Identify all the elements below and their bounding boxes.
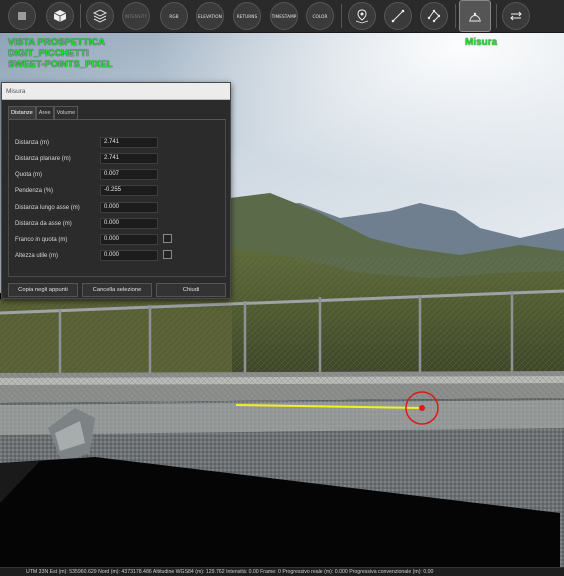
measure-point-marker bbox=[419, 405, 425, 411]
active-mode-title: Misura bbox=[465, 37, 498, 48]
perspective-button[interactable] bbox=[46, 2, 74, 30]
copy-to-clipboard-button[interactable]: Copia negli appunti bbox=[8, 283, 78, 297]
row-distanza-da-asse: Distanza da asse (m) 0.000 bbox=[15, 218, 221, 230]
row-distanza-planare: Distanza planare (m) 2.741 bbox=[15, 153, 221, 165]
layers-icon bbox=[92, 9, 108, 23]
row-pendenza: Pendenza (%) -0.255 bbox=[15, 185, 221, 197]
franco-in-quota-checkbox[interactable] bbox=[163, 234, 172, 243]
row-quota: Quota (m) 0.007 bbox=[15, 169, 221, 181]
returns-button-label: RETURNS bbox=[236, 13, 258, 19]
row-label: Pendenza (%) bbox=[15, 188, 54, 194]
tab-volume[interactable]: Volume bbox=[53, 106, 79, 119]
distanza-planare-field[interactable]: 2.741 bbox=[100, 153, 158, 164]
mode-line-points: SWEET-POINTS_PIXEL bbox=[8, 59, 113, 70]
row-label: Distanza da asse (m) bbox=[15, 221, 72, 227]
measure-panel: Misura Distanze Aree Volume Distanza (m)… bbox=[1, 82, 231, 299]
elevation-button[interactable]: ELEVATION bbox=[196, 2, 224, 30]
swap-button[interactable] bbox=[502, 2, 530, 30]
altezza-utile-checkbox[interactable] bbox=[163, 250, 172, 259]
close-button[interactable]: Chiudi bbox=[156, 283, 226, 297]
toolbar-separator bbox=[80, 4, 81, 28]
pendenza-field[interactable]: -0.255 bbox=[100, 185, 158, 196]
row-altezza-utile: Altezza utile (m) 0.000 bbox=[15, 250, 221, 262]
panel-title[interactable]: Misura bbox=[2, 83, 230, 100]
tab-aree[interactable]: Aree bbox=[35, 106, 54, 119]
color-button-label: COLOR bbox=[312, 13, 328, 19]
status-bar: UTM 33N Est (m): 535960.629 Nord (m): 43… bbox=[0, 567, 564, 576]
toolbar-separator bbox=[455, 4, 456, 28]
square-icon bbox=[18, 12, 26, 20]
swap-icon bbox=[510, 11, 522, 21]
mode-line-digit: DIGIT_PICCHETTI bbox=[8, 48, 89, 59]
row-label: Quota (m) bbox=[15, 172, 43, 178]
distanze-tab-body: Distanza (m) 2.741 Distanza planare (m) … bbox=[8, 119, 226, 277]
main-toolbar: INTENSITY RGB ELEVATION RETURNS TIMESTAM… bbox=[0, 0, 564, 33]
row-label: Distanza lungo asse (m) bbox=[15, 205, 80, 211]
franco-in-quota-field[interactable]: 0.000 bbox=[100, 234, 158, 245]
distanza-lungo-asse-field[interactable]: 0.000 bbox=[100, 202, 158, 213]
stop-button[interactable] bbox=[8, 2, 36, 30]
intensity-button[interactable]: INTENSITY bbox=[122, 2, 150, 30]
clear-selection-button[interactable]: Cancella selezione bbox=[82, 283, 152, 297]
rgb-button-label: RGB bbox=[169, 13, 179, 19]
tab-distanze[interactable]: Distanze bbox=[8, 106, 36, 119]
toolbar-separator bbox=[341, 4, 342, 28]
distanza-da-asse-field[interactable]: 0.000 bbox=[100, 218, 158, 229]
row-label: Distanza (m) bbox=[15, 140, 50, 146]
returns-button[interactable]: RETURNS bbox=[233, 2, 261, 30]
row-distanza-lungo-asse: Distanza lungo asse (m) 0.000 bbox=[15, 202, 221, 214]
map-pin-button[interactable] bbox=[348, 2, 376, 30]
row-label: Franco in quota (m) bbox=[15, 237, 68, 243]
panel-tabs: Distanze Aree Volume bbox=[8, 106, 79, 119]
row-label: Altezza utile (m) bbox=[15, 253, 59, 259]
distanza-field[interactable]: 2.741 bbox=[100, 137, 158, 148]
quota-field[interactable]: 0.007 bbox=[100, 169, 158, 180]
panel-footer: Copia negli appunti Cancella selezione C… bbox=[8, 283, 226, 297]
polyline-icon bbox=[427, 9, 441, 23]
row-distanza: Distanza (m) 2.741 bbox=[15, 137, 221, 149]
intensity-button-label: INTENSITY bbox=[124, 13, 148, 19]
mode-labels: VISTA PROSPETTICA DIGIT_PICCHETTI SWEET-… bbox=[8, 37, 113, 70]
mode-line-view: VISTA PROSPETTICA bbox=[8, 37, 106, 48]
measure-button[interactable] bbox=[459, 0, 491, 32]
row-label: Distanza planare (m) bbox=[15, 156, 71, 162]
elevation-button-label: ELEVATION bbox=[198, 13, 222, 19]
polyline-measure-button[interactable] bbox=[420, 2, 448, 30]
pointcloud-button[interactable] bbox=[86, 2, 114, 30]
cube-icon bbox=[53, 10, 67, 22]
toolbar-separator bbox=[496, 4, 497, 28]
rgb-button[interactable]: RGB bbox=[160, 2, 188, 30]
color-button[interactable]: COLOR bbox=[306, 2, 334, 30]
timestamp-button[interactable]: TIMESTAMP bbox=[270, 2, 298, 30]
timestamp-button-label: TIMESTAMP bbox=[271, 13, 297, 19]
line-measure-icon bbox=[391, 9, 405, 23]
altezza-utile-field[interactable]: 0.000 bbox=[100, 250, 158, 261]
map-pin-icon bbox=[355, 9, 369, 24]
row-franco-in-quota: Franco in quota (m) 0.000 bbox=[15, 234, 221, 246]
measure-icon bbox=[469, 12, 481, 22]
line-measure-button[interactable] bbox=[384, 2, 412, 30]
